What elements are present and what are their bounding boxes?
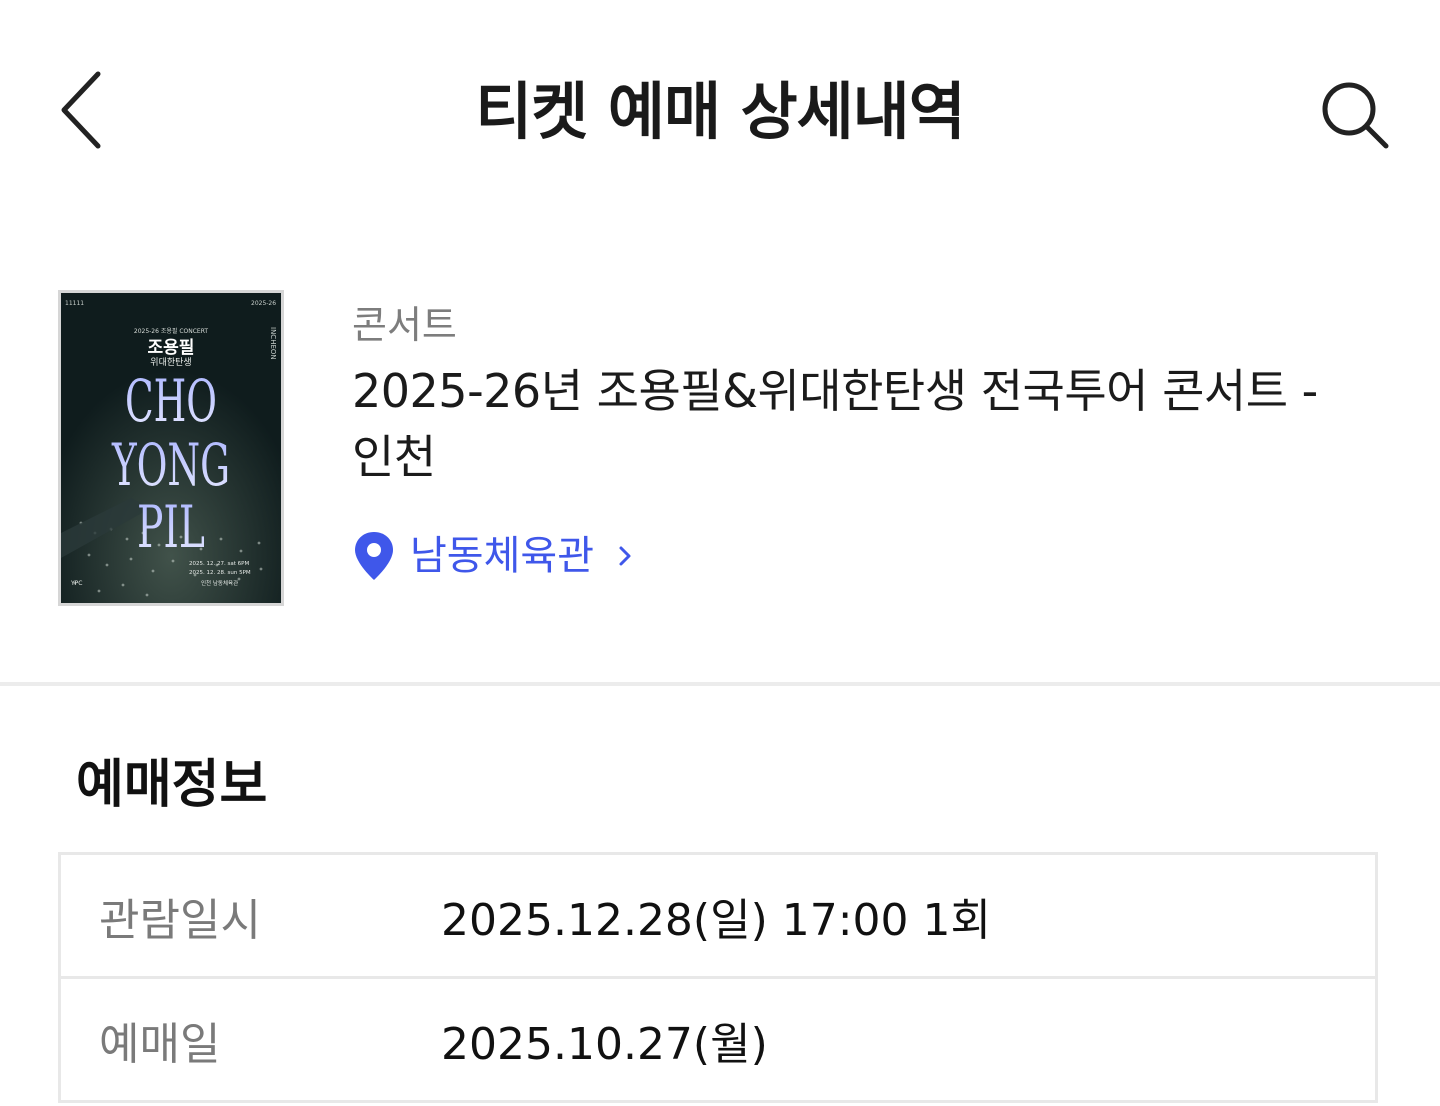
poster-side-text: INCHEON: [269, 327, 277, 360]
chevron-right-icon: [618, 545, 632, 567]
row-value-viewing-datetime: 2025.12.28(일) 17:00 1회: [441, 894, 991, 946]
search-button[interactable]: [1310, 70, 1400, 160]
poster-name-line1: CHO: [125, 367, 217, 435]
event-summary: 11111 2025-26 2025-26 조용필 CONCERT 조용필 위대…: [0, 288, 1440, 618]
row-label-viewing-datetime: 관람일시: [99, 894, 261, 946]
table-row: 예매일 2025.10.27(월): [61, 979, 1375, 1103]
venue-name: 남동체육관: [410, 533, 594, 579]
section-title: 예매정보: [76, 755, 268, 815]
search-icon: [1322, 82, 1389, 149]
section-divider: [0, 682, 1440, 686]
venue-link[interactable]: 남동체육관: [352, 530, 632, 582]
poster-artwork: 11111 2025-26 2025-26 조용필 CONCERT 조용필 위대…: [61, 293, 281, 603]
poster-name-line2: YONG: [111, 431, 230, 499]
row-label-booking-date: 예매일: [99, 1018, 221, 1070]
poster-place: 인천 남동체육관: [201, 579, 238, 587]
event-category: 콘서트: [352, 303, 457, 347]
poster-tour-line: 2025-26 조용필 CONCERT: [134, 328, 209, 335]
table-row: 관람일시 2025.12.28(일) 17:00 1회: [61, 855, 1375, 979]
location-pin-icon: [355, 532, 393, 580]
row-value-booking-date: 2025.10.27(월): [441, 1018, 768, 1070]
poster-corner-right: 2025-26: [251, 300, 276, 307]
header-bar: 티켓 예매 상세내역: [0, 0, 1440, 230]
event-poster[interactable]: 11111 2025-26 2025-26 조용필 CONCERT 조용필 위대…: [58, 290, 284, 606]
page-title: 티켓 예매 상세내역: [475, 75, 966, 148]
event-info: 콘서트 2025-26년 조용필&위대한탄생 전국투어 콘서트 - 인천 남동체…: [352, 298, 1362, 582]
poster-date-1: 2025. 12. 27. sat 6PM: [189, 561, 249, 567]
poster-date-2: 2025. 12. 28. sun 5PM: [189, 570, 251, 576]
poster-artist: 조용필: [148, 338, 195, 358]
poster-name-line3: PIL: [137, 493, 205, 561]
poster-producer: YPC: [70, 580, 82, 587]
booking-info-table: 관람일시 2025.12.28(일) 17:00 1회 예매일 2025.10.…: [58, 852, 1378, 1103]
event-title: 2025-26년 조용필&위대한탄생 전국투어 콘서트 - 인천: [352, 364, 1318, 484]
poster-corner-left: 11111: [65, 300, 84, 307]
